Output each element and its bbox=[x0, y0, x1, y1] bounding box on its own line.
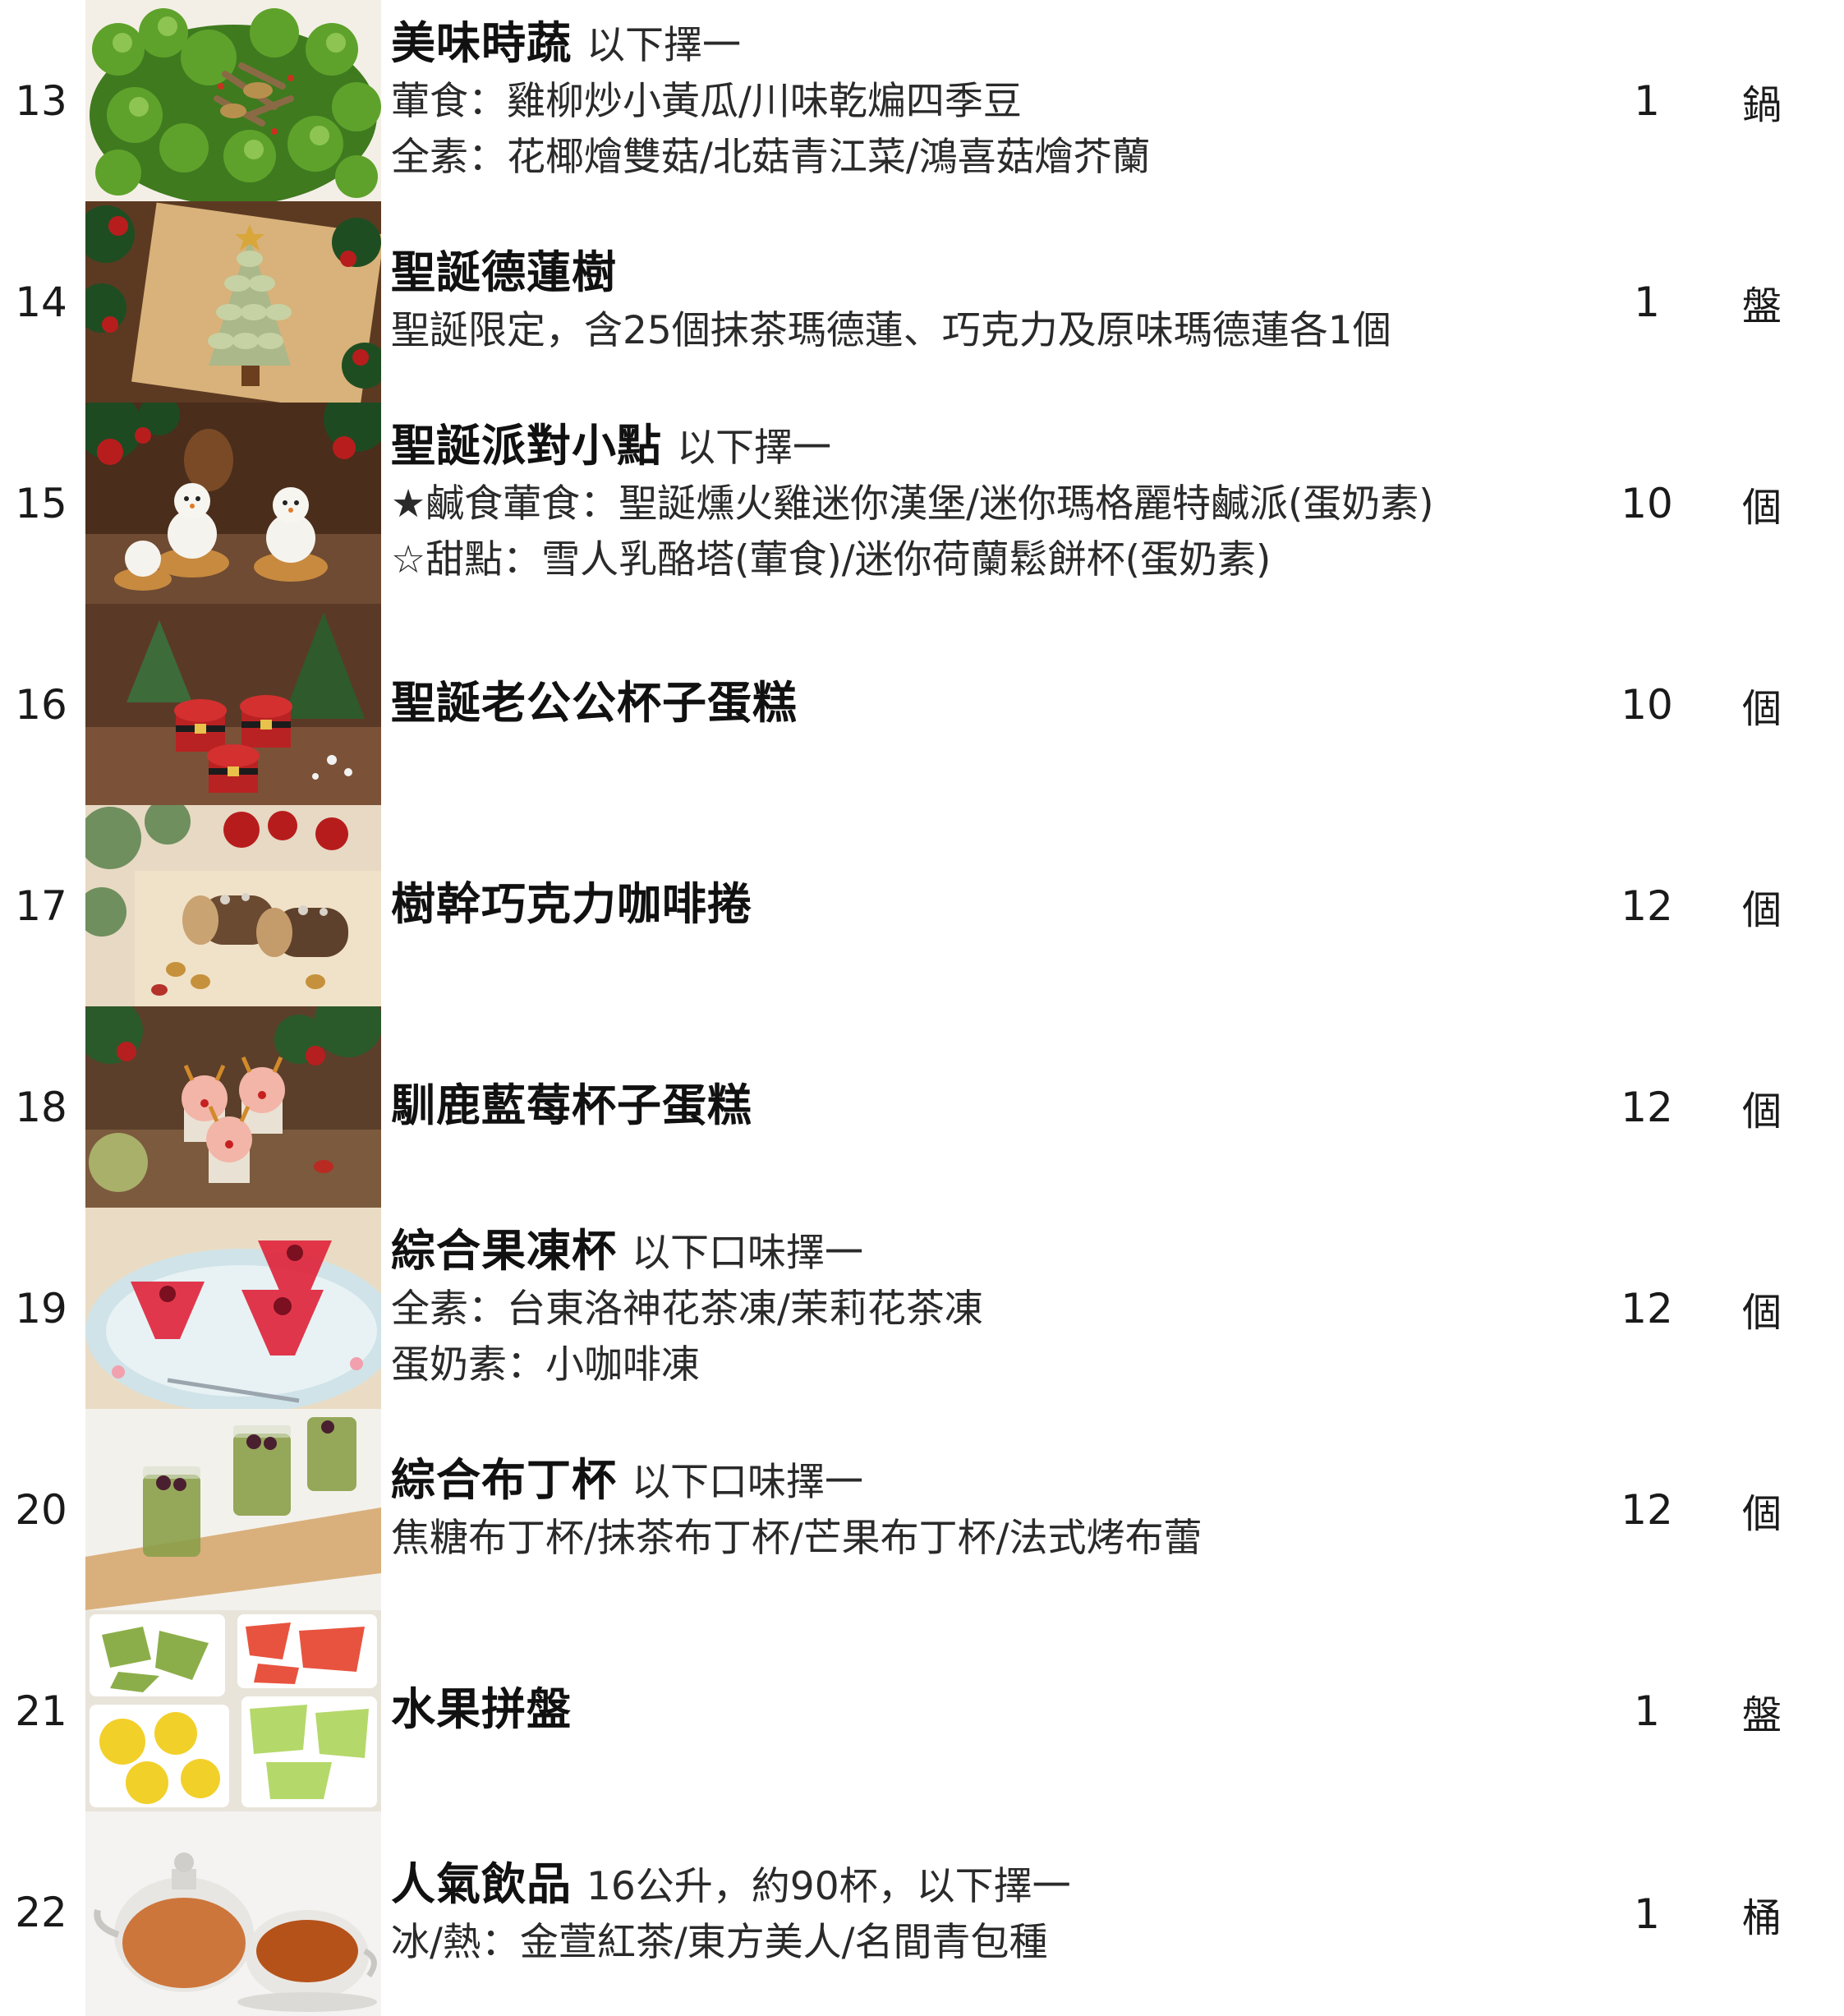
santa-cupcake-photo bbox=[85, 604, 381, 805]
item-detail-line: 全素：台東洛神花茶凍/茉莉花茶凍 bbox=[391, 1286, 983, 1332]
item-number: 15 bbox=[15, 479, 67, 527]
item-description: 人氣飲品 16公升，約90杯，以下擇一 冰/熱：金萱紅茶/東方美人/名間青包種 bbox=[391, 1811, 1541, 2016]
menu-item-18: 18 馴鹿藍莓杯子蛋糕 12 個 bbox=[0, 1006, 1844, 1208]
item-detail-line: 蛋奶素：小咖啡凍 bbox=[391, 1342, 700, 1388]
item-description: 美味時蔬 以下擇一 葷食：雞柳炒小黃瓜/川味乾煸四季豆 全素：花椰燴雙菇/北菇青江… bbox=[391, 0, 1541, 201]
item-quantity: 10 bbox=[1621, 680, 1673, 729]
item-detail-line: ☆甜點：雪人乳酪塔(葷食)/迷你荷蘭鬆餅杯(蛋奶素) bbox=[391, 537, 1271, 582]
item-number: 21 bbox=[15, 1687, 67, 1735]
menu-item-13: 13 美味時蔬 以下擇一 葷食：雞柳炒小黃瓜/川味乾煸四季豆 全素：花椰燴雙菇/… bbox=[0, 0, 1844, 201]
item-subtitle: 以下擇一 bbox=[677, 426, 831, 471]
item-quantity: 12 bbox=[1621, 1284, 1673, 1332]
item-number: 17 bbox=[15, 881, 67, 930]
item-subtitle: 16公升，約90杯，以下擇一 bbox=[586, 1864, 1071, 1909]
item-description: 綜合布丁杯 以下口味擇一 焦糖布丁杯/抹茶布丁杯/芒果布丁杯/法式烤布蕾 bbox=[391, 1409, 1541, 1610]
item-unit: 鍋 bbox=[1741, 81, 1782, 128]
log-roll-photo bbox=[85, 805, 381, 1006]
item-description: 馴鹿藍莓杯子蛋糕 bbox=[391, 1006, 1541, 1208]
item-detail-line: 焦糖布丁杯/抹茶布丁杯/芒果布丁杯/法式烤布蕾 bbox=[391, 1516, 1203, 1561]
item-title: 聖誕德蓮樹 bbox=[391, 246, 617, 298]
menu-item-17: 17 樹幹巧克力咖啡捲 12 個 bbox=[0, 805, 1844, 1006]
menu-item-20: 20 綜合布丁杯 以下口味擇一 焦糖布丁杯/抹茶布丁杯/芒果布丁杯/法式烤布蕾 … bbox=[0, 1409, 1844, 1610]
item-description: 聖誕德蓮樹 聖誕限定，含25個抹茶瑪德蓮、巧克力及原味瑪德蓮各1個 bbox=[391, 201, 1541, 403]
item-description: 聖誕派對小點 以下擇一 ★鹹食葷食：聖誕燻火雞迷你漢堡/迷你瑪格麗特鹹派(蛋奶素)… bbox=[391, 403, 1541, 604]
item-detail-line: 全素：花椰燴雙菇/北菇青江菜/鴻喜菇燴芥蘭 bbox=[391, 135, 1151, 180]
item-unit: 個 bbox=[1741, 1088, 1782, 1135]
item-description: 聖誕老公公杯子蛋糕 bbox=[391, 604, 1541, 805]
item-title: 綜合果凍杯 bbox=[391, 1225, 617, 1277]
item-number: 18 bbox=[15, 1083, 67, 1131]
reindeer-cupcake-photo bbox=[85, 1006, 381, 1208]
pudding-cup-photo bbox=[85, 1409, 381, 1610]
item-description: 綜合果凍杯 以下口味擇一 全素：台東洛神花茶凍/茉莉花茶凍 蛋奶素：小咖啡凍 bbox=[391, 1208, 1541, 1409]
item-title: 聖誕派對小點 bbox=[391, 420, 662, 472]
item-unit: 桶 bbox=[1741, 1894, 1782, 1941]
item-description: 樹幹巧克力咖啡捲 bbox=[391, 805, 1541, 1006]
menu-item-15: 15 聖誕派對小點 以下擇一 ★鹹食葷食：聖誕燻火雞迷你漢堡/迷你瑪格麗特鹹派(… bbox=[0, 403, 1844, 604]
item-number: 19 bbox=[15, 1284, 67, 1332]
item-number: 16 bbox=[15, 680, 67, 729]
item-quantity: 12 bbox=[1621, 881, 1673, 930]
vegetables-photo bbox=[85, 0, 381, 201]
item-detail-line: ★鹹食葷食：聖誕燻火雞迷你漢堡/迷你瑪格麗特鹹派(蛋奶素) bbox=[391, 481, 1434, 527]
item-unit: 個 bbox=[1741, 484, 1782, 531]
item-quantity: 1 bbox=[1634, 1687, 1660, 1735]
menu-item-16: 16 聖誕老公公杯子蛋糕 10 個 bbox=[0, 604, 1844, 805]
item-unit: 盤 bbox=[1741, 283, 1782, 329]
jelly-cup-photo bbox=[85, 1208, 381, 1409]
item-quantity: 12 bbox=[1621, 1083, 1673, 1131]
item-quantity: 1 bbox=[1634, 1889, 1660, 1938]
item-quantity: 10 bbox=[1621, 479, 1673, 527]
item-title: 人氣飲品 bbox=[391, 1858, 572, 1910]
item-number: 14 bbox=[15, 278, 67, 326]
item-title: 綜合布丁杯 bbox=[391, 1454, 617, 1506]
item-unit: 個 bbox=[1741, 1490, 1782, 1537]
fruit-platter-photo bbox=[85, 1610, 381, 1811]
item-unit: 個 bbox=[1741, 1289, 1782, 1336]
snowman-tart-photo bbox=[85, 403, 381, 604]
item-subtitle: 以下口味擇一 bbox=[632, 1231, 863, 1276]
menu-item-14: 14 聖誕德蓮樹 聖誕限定，含25個抹茶瑪德蓮、巧克力及原味瑪德蓮各1個 1 盤 bbox=[0, 201, 1844, 403]
item-number: 22 bbox=[15, 1888, 67, 1936]
tea-photo bbox=[85, 1811, 381, 2016]
menu-list: 13 美味時蔬 以下擇一 葷食：雞柳炒小黃瓜/川味乾煸四季豆 全素：花椰燴雙菇/… bbox=[0, 0, 1844, 2016]
item-title: 水果拼盤 bbox=[391, 1683, 572, 1735]
menu-item-21: 21 水果拼盤 1 盤 bbox=[0, 1610, 1844, 1811]
menu-item-22: 22 人氣飲品 16公升，約90杯，以下擇一 冰/熱：金萱紅茶/東方美人/名間青包… bbox=[0, 1811, 1844, 2016]
item-quantity: 1 bbox=[1634, 278, 1660, 326]
item-description: 水果拼盤 bbox=[391, 1610, 1541, 1811]
item-quantity: 12 bbox=[1621, 1485, 1673, 1534]
item-title: 馴鹿藍莓杯子蛋糕 bbox=[391, 1079, 752, 1131]
item-title: 樹幹巧克力咖啡捲 bbox=[391, 878, 752, 930]
item-subtitle: 以下擇一 bbox=[586, 23, 741, 68]
item-unit: 盤 bbox=[1741, 1692, 1782, 1738]
item-title: 聖誕老公公杯子蛋糕 bbox=[391, 677, 798, 729]
item-detail-line: 冰/熱：金萱紅茶/東方美人/名間青包種 bbox=[391, 1920, 1048, 1965]
item-number: 20 bbox=[15, 1485, 67, 1534]
item-number: 13 bbox=[15, 76, 67, 125]
item-detail-line: 葷食：雞柳炒小黃瓜/川味乾煸四季豆 bbox=[391, 79, 1022, 124]
madeleine-tree-photo bbox=[85, 201, 381, 403]
item-quantity: 1 bbox=[1634, 76, 1660, 125]
item-unit: 個 bbox=[1741, 886, 1782, 933]
menu-item-19: 19 綜合果凍杯 以下口味擇一 全素：台東洛神花茶凍/茉莉花茶凍 蛋奶素：小咖啡… bbox=[0, 1208, 1844, 1409]
item-detail-line: 聖誕限定，含25個抹茶瑪德蓮、巧克力及原味瑪德蓮各1個 bbox=[391, 308, 1391, 353]
item-title: 美味時蔬 bbox=[391, 17, 572, 69]
item-unit: 個 bbox=[1741, 685, 1782, 732]
item-subtitle: 以下口味擇一 bbox=[632, 1460, 863, 1505]
